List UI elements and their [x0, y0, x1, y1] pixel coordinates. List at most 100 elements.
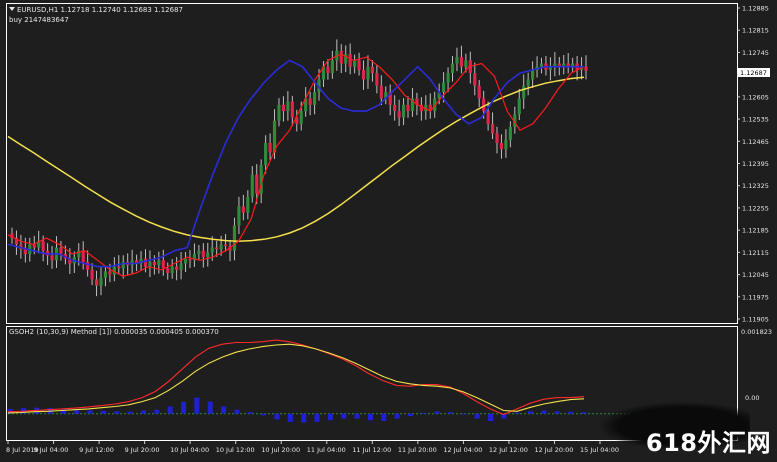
- indicator-zero-label: 0.00: [745, 394, 759, 402]
- histogram-bar: [154, 409, 160, 414]
- histogram-bar: [327, 413, 333, 421]
- candle: [201, 250, 205, 258]
- candle: [268, 142, 272, 153]
- candle: [246, 196, 250, 213]
- candle: [361, 69, 366, 80]
- candle: [379, 85, 383, 99]
- histogram-bar: [568, 411, 574, 414]
- candle: [459, 57, 464, 67]
- candle: [179, 263, 183, 270]
- price-tick-label: 1.12885: [742, 5, 769, 13]
- histogram-bar: [247, 412, 253, 414]
- time-tick-label: 10 Jul 20:00: [261, 446, 300, 454]
- histogram-bar: [528, 411, 534, 414]
- candle: [442, 82, 446, 93]
- candle: [393, 104, 397, 112]
- candle: [504, 139, 508, 150]
- candle: [357, 60, 361, 70]
- histogram-bar: [274, 413, 280, 420]
- histogram-bar: [87, 410, 93, 414]
- time-tick-label: 12 Jul 20:00: [534, 446, 573, 454]
- histogram-bar: [474, 413, 480, 419]
- time-tick-label: 9 Jul 20:00: [125, 446, 160, 454]
- candle: [23, 249, 27, 254]
- histogram-bar: [114, 411, 120, 414]
- price-tick-label: 1.12115: [742, 249, 769, 257]
- histogram-bar: [301, 413, 307, 423]
- time-tick-label: 11 Jul 20:00: [398, 446, 437, 454]
- candle: [237, 206, 241, 226]
- histogram-bar: [448, 412, 454, 414]
- candle: [339, 50, 343, 64]
- price-tick-label: 1.12465: [742, 138, 769, 146]
- candle: [215, 247, 219, 250]
- candle: [183, 258, 188, 264]
- candle: [531, 69, 535, 80]
- candle: [86, 261, 90, 270]
- histogram-bar: [140, 410, 146, 414]
- histogram-bar: [221, 406, 227, 414]
- candle: [197, 250, 201, 254]
- candle: [446, 73, 450, 83]
- candle: [450, 63, 455, 74]
- candle: [255, 174, 259, 194]
- candle: [499, 142, 504, 150]
- price-tick-label: 1.12745: [742, 49, 769, 57]
- price-tick-label: 1.12815: [742, 27, 769, 35]
- candle: [90, 269, 94, 280]
- histogram-bar: [74, 410, 80, 414]
- time-tick-label: 11 Jul 12:00: [352, 446, 391, 454]
- price-tick-label: 1.12255: [742, 204, 769, 212]
- candle: [219, 244, 223, 250]
- candle: [397, 111, 401, 118]
- candle: [81, 250, 85, 262]
- histogram-bar: [488, 413, 494, 422]
- histogram-bar: [514, 412, 520, 414]
- candle: [170, 266, 174, 273]
- order-label: buy 2147483647: [9, 16, 69, 24]
- candle: [330, 60, 334, 74]
- price-tick-label: 1.12535: [742, 116, 769, 124]
- candle: [464, 60, 468, 67]
- histogram-bar: [434, 411, 440, 414]
- candle: [188, 258, 192, 261]
- histogram-bar: [394, 413, 400, 419]
- time-tick-label: 10 Jul 04:00: [170, 446, 209, 454]
- histogram-bar: [541, 410, 547, 414]
- candle: [366, 66, 370, 80]
- histogram-bar: [207, 401, 213, 414]
- price-tick-label: 1.12605: [742, 93, 769, 101]
- candle: [375, 73, 379, 86]
- candle: [166, 268, 170, 273]
- candle: [206, 252, 210, 258]
- price-tick-label: 1.12045: [742, 271, 769, 279]
- current-price-label: 1.12687: [740, 69, 767, 77]
- candle: [486, 111, 490, 124]
- time-tick-label: 12 Jul 04:00: [443, 446, 482, 454]
- time-tick-label: 11 Jul 04:00: [307, 446, 346, 454]
- candle: [508, 127, 512, 140]
- candle: [161, 260, 165, 269]
- candle: [308, 98, 312, 105]
- histogram-bar: [314, 413, 320, 422]
- candle: [286, 101, 290, 112]
- candle: [223, 244, 228, 247]
- price-tick-label: 1.11905: [742, 316, 769, 324]
- candle: [94, 279, 99, 286]
- price-axis: 1.128851.128151.127451.126751.126051.125…: [737, 5, 769, 324]
- candle: [210, 247, 214, 253]
- candle: [584, 66, 588, 71]
- candle: [41, 241, 45, 251]
- candle: [103, 271, 108, 278]
- candle: [108, 271, 112, 275]
- candle: [353, 60, 357, 67]
- indicator-title: GSOH2 (10,30,9) Method [1]) 0.000035 0.0…: [9, 328, 219, 336]
- histogram-bar: [261, 413, 267, 416]
- histogram-bar: [167, 406, 173, 414]
- price-tick-label: 1.12185: [742, 227, 769, 235]
- candle: [477, 85, 481, 99]
- histogram-bar: [100, 410, 106, 414]
- candle: [522, 85, 526, 99]
- trading-chart[interactable]: 1.128851.128151.127451.126751.126051.125…: [0, 0, 777, 462]
- histogram-bar: [381, 413, 387, 422]
